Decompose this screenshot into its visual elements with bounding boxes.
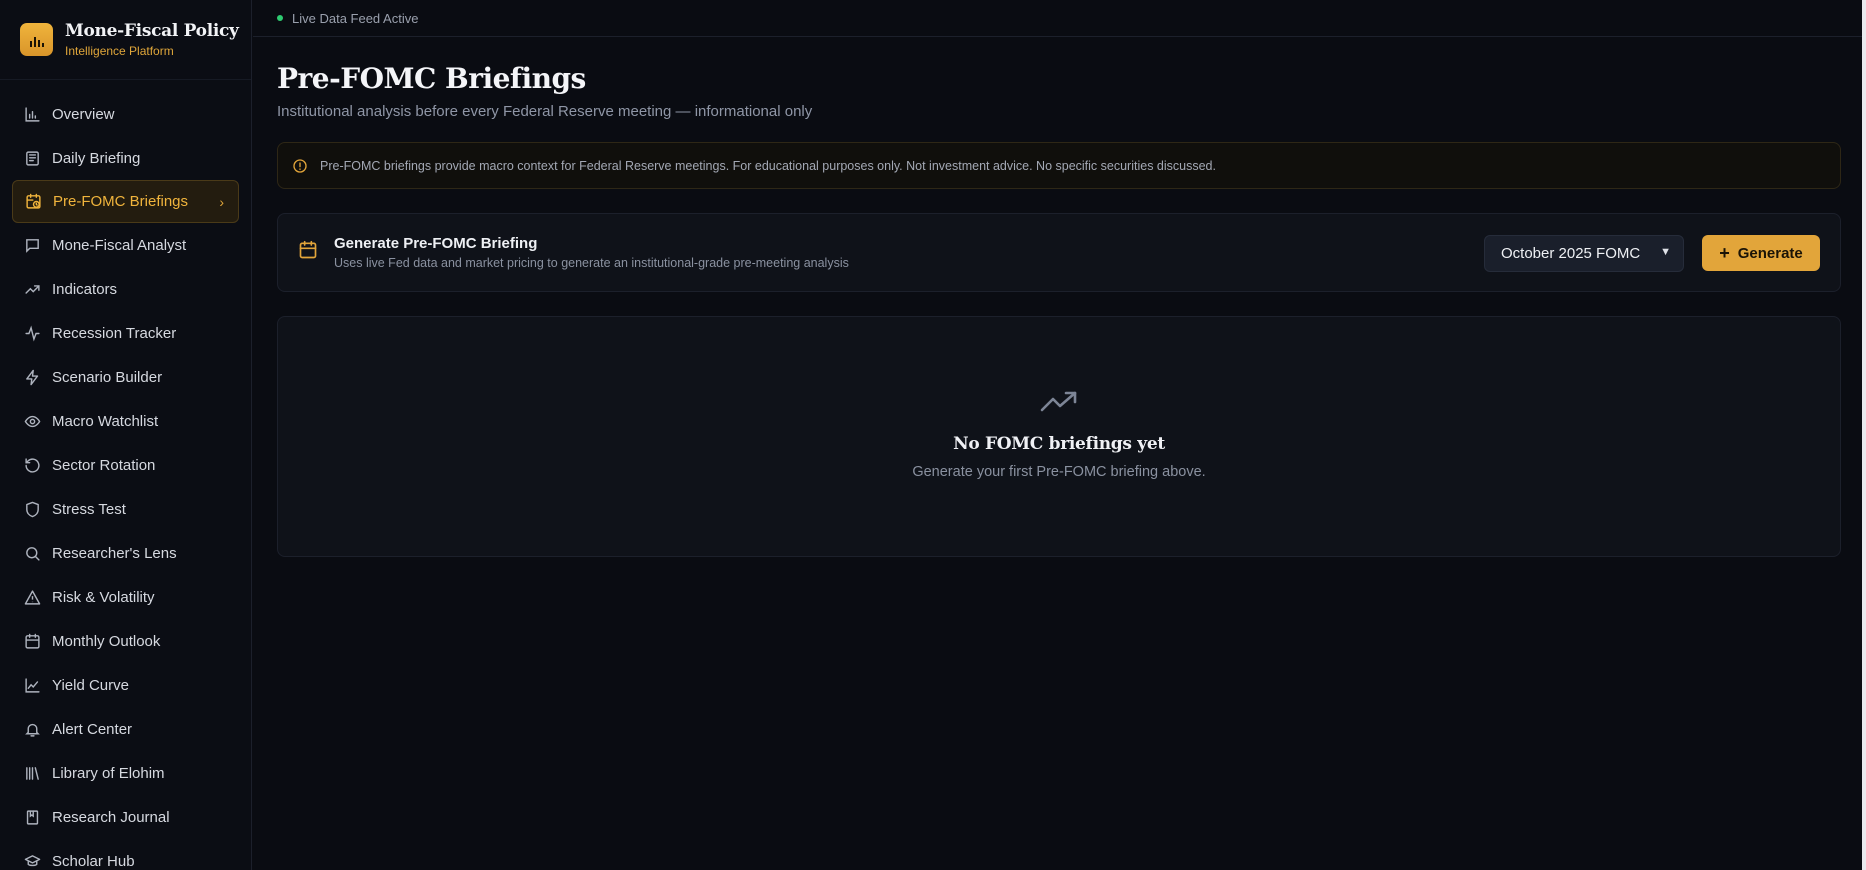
fomc-meeting-selected-value: October 2025 FOMC (1501, 245, 1641, 262)
chevron-right-icon: › (219, 193, 224, 210)
sidebar-item-yield-curve[interactable]: Yield Curve (0, 663, 251, 707)
sidebar-item-indicators[interactable]: Indicators (0, 267, 251, 311)
sidebar-item-pre-fomc-briefings[interactable]: Pre-FOMC Briefings › (12, 180, 239, 223)
sidebar-item-monthly-outlook[interactable]: Monthly Outlook (0, 619, 251, 663)
chevron-down-icon: ▼ (1660, 246, 1671, 258)
search-icon (26, 546, 40, 561)
trending-up-icon (25, 284, 40, 294)
activity-icon (25, 324, 40, 342)
calendar-icon (25, 633, 40, 649)
generate-briefing-card: Generate Pre-FOMC Briefing Uses live Fed… (277, 213, 1841, 292)
library-icon (26, 766, 39, 780)
sidebar-item-label: Indicators (52, 280, 118, 298)
generate-button-label: Generate (1737, 244, 1803, 262)
sidebar-item-stress-test[interactable]: Stress Test (0, 487, 251, 531)
eye-icon (24, 415, 41, 427)
calendar-icon (298, 240, 318, 265)
live-status-text: Live Data Feed Active (292, 10, 419, 26)
bar-chart-icon (25, 106, 40, 122)
main-content: Pre-FOMC Briefings Institutional analysi… (277, 37, 1841, 557)
sidebar-item-label: Stress Test (52, 500, 126, 518)
disclaimer-text: Pre-FOMC briefings provide macro context… (320, 158, 1216, 173)
sidebar-item-label: Researcher's Lens (52, 544, 177, 562)
zap-icon (26, 369, 39, 385)
line-chart-icon (25, 677, 40, 693)
sidebar-item-label: Library of Elohim (52, 764, 165, 782)
live-status-dot-icon (277, 15, 283, 21)
newspaper-icon (26, 150, 39, 166)
sidebar-item-risk-volatility[interactable]: Risk & Volatility (0, 575, 251, 619)
sidebar-item-label: Monthly Outlook (52, 632, 161, 650)
top-status-bar: Live Data Feed Active (253, 0, 1866, 37)
sidebar-item-scholar-hub[interactable]: Scholar Hub (0, 839, 251, 870)
rotate-icon (25, 457, 40, 473)
sidebar-item-label: Pre-FOMC Briefings (53, 193, 189, 210)
empty-state-panel: No FOMC briefings yet Generate your firs… (277, 316, 1841, 557)
sidebar-item-label: Alert Center (52, 720, 133, 738)
bar-chart-logo-icon (20, 23, 53, 56)
fomc-meeting-select[interactable]: October 2025 FOMC ▼ (1484, 235, 1684, 272)
app-root: Mone-Fiscal Policy Intelligence Platform… (0, 0, 1866, 870)
sidebar-item-research-journal[interactable]: Research Journal (0, 795, 251, 839)
shield-icon (26, 501, 39, 517)
sidebar-item-label: Scholar Hub (52, 852, 135, 870)
generate-button[interactable]: + Generate (1702, 235, 1820, 271)
book-icon (26, 809, 39, 825)
sidebar-item-label: Scenario Builder (52, 368, 163, 386)
sidebar-item-label: Recession Tracker (52, 324, 177, 342)
sidebar-item-researchers-lens[interactable]: Researcher's Lens (0, 531, 251, 575)
brand-subtitle: Intelligence Platform (65, 44, 174, 58)
sidebar-item-label: Risk & Volatility (52, 588, 155, 606)
warning-icon (24, 589, 41, 605)
sidebar-item-recession-tracker[interactable]: Recession Tracker (0, 311, 251, 355)
info-circle-icon (293, 158, 307, 173)
trending-up-icon (1040, 391, 1077, 412)
sidebar-item-label: Research Journal (52, 808, 170, 826)
sidebar-item-label: Overview (52, 105, 115, 123)
plus-icon: + (1719, 242, 1730, 263)
page-title: Pre-FOMC Briefings (277, 62, 586, 95)
message-icon (26, 238, 39, 253)
disclaimer-notice: Pre-FOMC briefings provide macro context… (277, 142, 1841, 189)
brand[interactable]: Mone-Fiscal Policy Intelligence Platform (0, 0, 251, 80)
sidebar-item-mone-fiscal-analyst[interactable]: Mone-Fiscal Analyst (0, 223, 251, 267)
sidebar-item-label: Yield Curve (52, 676, 129, 694)
sidebar-item-daily-briefing[interactable]: Daily Briefing (0, 136, 251, 180)
sidebar-item-macro-watchlist[interactable]: Macro Watchlist (0, 399, 251, 443)
sidebar-nav: Overview Daily Briefing Pre-FOMC Briefin… (0, 80, 251, 870)
graduation-cap-icon (24, 854, 41, 866)
sidebar: Mone-Fiscal Policy Intelligence Platform… (0, 0, 252, 870)
brand-title: Mone-Fiscal Policy (65, 21, 239, 41)
empty-state-title: No FOMC briefings yet (953, 434, 1165, 454)
sidebar-item-alert-center[interactable]: Alert Center (0, 707, 251, 751)
page-subtitle: Institutional analysis before every Fede… (277, 103, 813, 120)
sidebar-item-sector-rotation[interactable]: Sector Rotation (0, 443, 251, 487)
generate-card-title: Generate Pre-FOMC Briefing (334, 235, 538, 252)
generate-card-description: Uses live Fed data and market pricing to… (334, 256, 849, 270)
sidebar-item-label: Macro Watchlist (52, 412, 159, 430)
sidebar-item-label: Daily Briefing (52, 149, 141, 167)
sidebar-item-overview[interactable]: Overview (0, 92, 251, 136)
sidebar-item-scenario-builder[interactable]: Scenario Builder (0, 355, 251, 399)
sidebar-item-label: Mone-Fiscal Analyst (52, 236, 187, 254)
bell-icon (25, 723, 40, 737)
window-scrollbar-edge[interactable] (1862, 0, 1866, 870)
calendar-clock-icon (26, 193, 41, 209)
sidebar-item-label: Sector Rotation (52, 456, 156, 474)
sidebar-item-library-of-elohim[interactable]: Library of Elohim (0, 751, 251, 795)
empty-state-description: Generate your first Pre-FOMC briefing ab… (912, 464, 1206, 480)
